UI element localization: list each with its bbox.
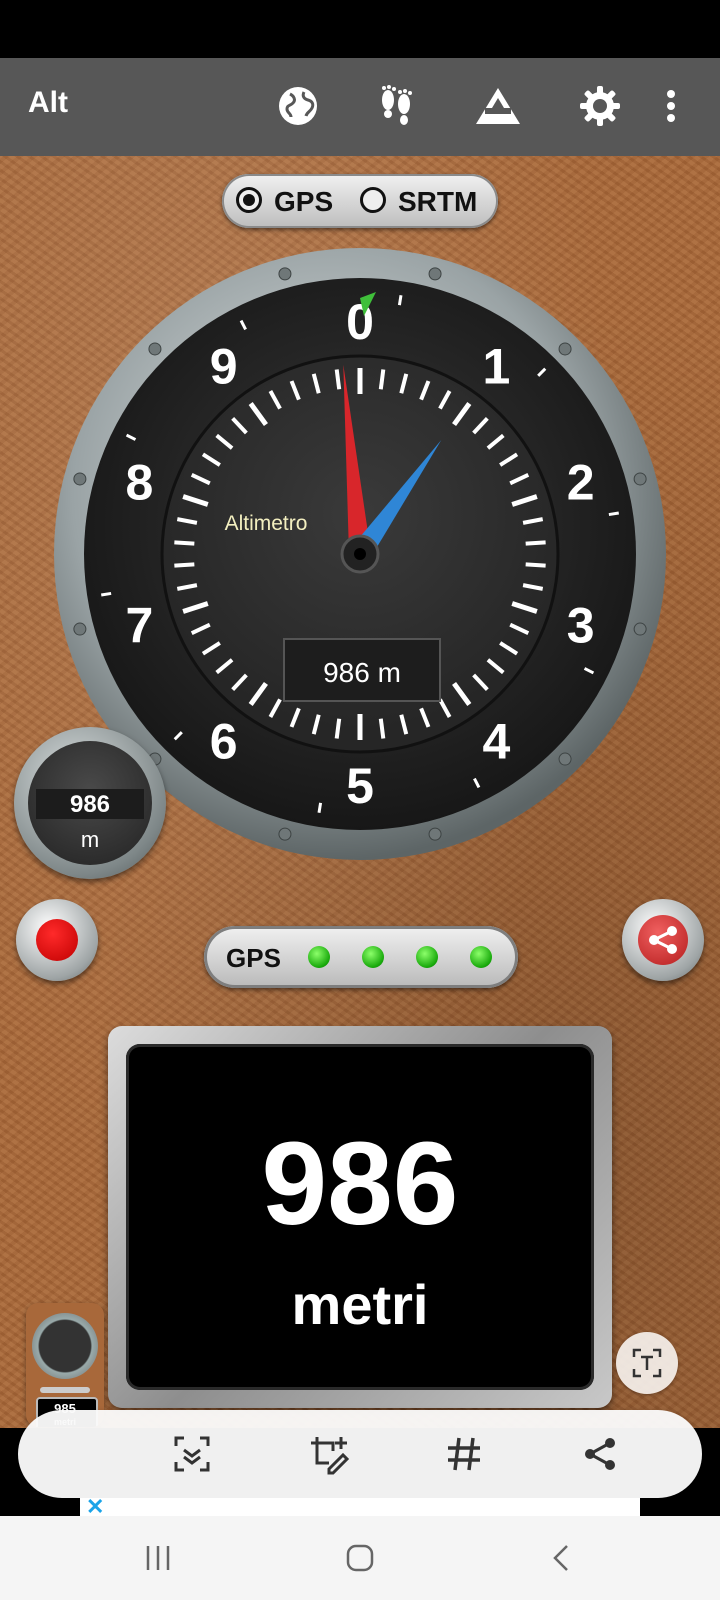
gps-signal-label: GPS [226, 943, 281, 973]
text-extract-icon [632, 1348, 662, 1378]
scan-document-icon[interactable] [168, 1430, 216, 1478]
inner-tick [334, 369, 342, 390]
back-icon[interactable] [540, 1536, 584, 1580]
inner-tick [174, 540, 195, 546]
bezel-screw [428, 827, 442, 841]
bezel-screw [633, 622, 647, 636]
record-icon [36, 919, 78, 961]
outer-tick [317, 802, 323, 814]
gps-signal-indicator: GPS [204, 926, 518, 988]
dial-number: 8 [125, 454, 153, 510]
inner-tick [174, 562, 195, 568]
share-network-icon [638, 915, 688, 965]
app-title: Alt [28, 86, 68, 119]
more-vertical-icon[interactable] [656, 80, 686, 132]
inner-tick [525, 562, 546, 568]
gps-led [416, 946, 438, 968]
recent-apps-icon[interactable] [136, 1536, 180, 1580]
share-button[interactable] [622, 899, 704, 981]
gauge-label: Altimetro [225, 512, 308, 535]
altitude-value: 986 [261, 1118, 459, 1250]
system-nav-bar [0, 1516, 720, 1600]
mini-altitude-gauge[interactable]: 986 m [14, 727, 166, 879]
globe-icon[interactable] [272, 80, 324, 132]
bezel-screw [278, 267, 292, 281]
outer-tick [397, 294, 403, 306]
share-icon[interactable] [576, 1430, 624, 1478]
app-bar: Alt [0, 58, 720, 156]
bezel-screw [278, 827, 292, 841]
hashtag-icon[interactable] [440, 1430, 488, 1478]
gps-led [470, 946, 492, 968]
altitude-triangle-icon[interactable] [472, 80, 524, 132]
footprints-icon[interactable] [370, 80, 422, 132]
bezel-screw [73, 472, 87, 486]
bezel-screw [633, 472, 647, 486]
screenshot-thumbnail[interactable]: 985 metri [26, 1303, 104, 1427]
home-icon[interactable] [338, 1536, 382, 1580]
dial-number: 5 [346, 758, 374, 814]
inner-tick [334, 718, 342, 739]
record-button[interactable] [16, 899, 98, 981]
ad-banner[interactable] [80, 1498, 640, 1516]
status-bar [0, 0, 720, 58]
gear-icon[interactable] [574, 80, 626, 132]
edit-crop-icon[interactable] [304, 1430, 352, 1478]
thumbnail-gauge [32, 1313, 98, 1379]
bezel-screw [558, 752, 572, 766]
altitude-display-screen: 986 metri [126, 1044, 594, 1390]
gps-led [362, 946, 384, 968]
dial-number: 4 [482, 714, 510, 770]
gauge-readout: 986 m [323, 657, 401, 688]
bezel-screw [148, 342, 162, 356]
dial-number: 3 [567, 598, 595, 654]
needle-hub-center [354, 548, 366, 560]
bezel-screw [73, 622, 87, 636]
inner-tick [378, 369, 386, 390]
altitude-display: 986 metri [108, 1026, 612, 1408]
dial-number: 9 [210, 338, 238, 394]
mini-gauge-unit: m [80, 827, 100, 852]
screenshot-toolbar [18, 1410, 702, 1498]
dial-number: 7 [125, 598, 153, 654]
dial-number: 6 [210, 714, 238, 770]
gps-led [308, 946, 330, 968]
inner-tick [525, 540, 546, 546]
dial-number: 2 [567, 454, 595, 510]
outer-tick [608, 511, 620, 517]
text-extract-button[interactable] [616, 1332, 678, 1394]
altitude-unit: metri [291, 1273, 429, 1336]
bezel-screw [558, 342, 572, 356]
bezel-screw [428, 267, 442, 281]
mini-gauge-value: 986 [69, 791, 111, 818]
inner-tick [378, 718, 386, 739]
outer-tick [100, 591, 112, 597]
thumbnail-gps-bar [40, 1387, 90, 1393]
dial-number: 1 [482, 338, 510, 394]
